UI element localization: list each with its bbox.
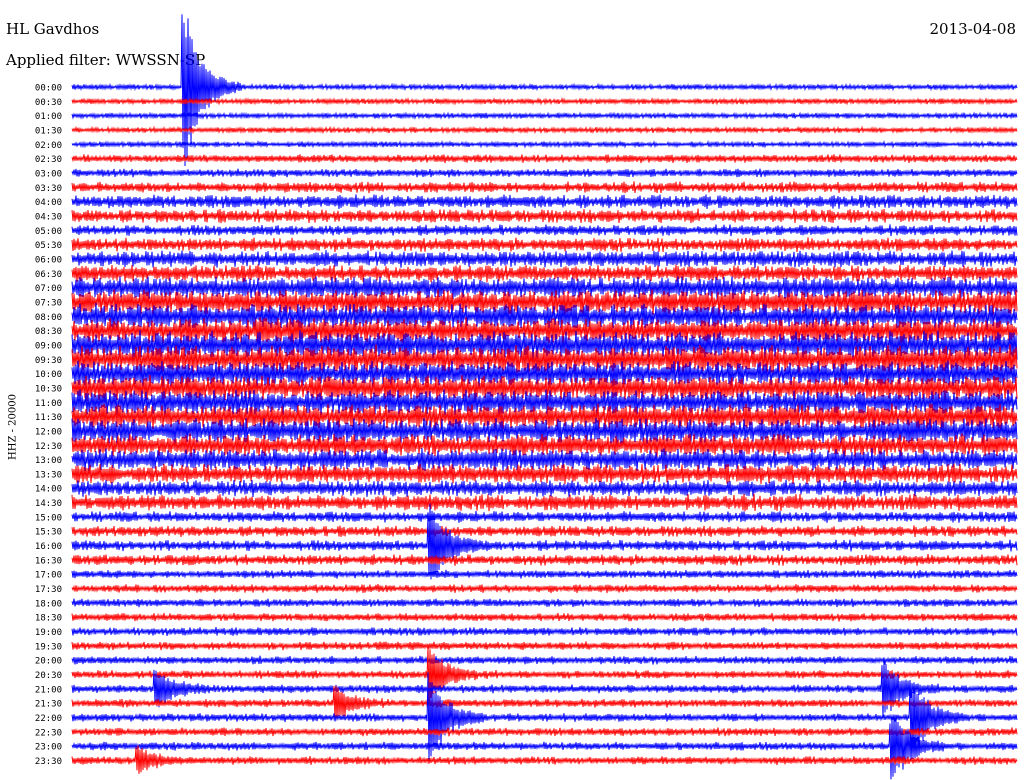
trace-row (71, 181, 1018, 194)
row-label: 07:00 (35, 284, 62, 294)
row-label: 04:00 (35, 198, 62, 208)
trace-row (71, 250, 1018, 268)
row-label: 08:30 (35, 327, 62, 337)
row-label: 05:00 (35, 227, 62, 237)
row-label: 08:00 (35, 313, 62, 323)
trace-row (71, 745, 1018, 774)
trace-row (71, 569, 1018, 579)
helicorder-plot: 00:00 00:30 01:00 01:30 02:00 02:30 03:00 03:30… (35, 14, 1018, 780)
row-label: 23:30 (35, 757, 62, 767)
row-label: 20:30 (35, 671, 62, 681)
trace-row (71, 655, 1018, 665)
row-label: 01:00 (35, 112, 62, 122)
row-label: 06:30 (35, 270, 62, 280)
trace-row (71, 194, 1018, 210)
trace-row (71, 627, 1018, 636)
trace-row (71, 641, 1018, 651)
row-label: 07:30 (35, 298, 62, 308)
row-label: 16:30 (35, 556, 62, 566)
trace-row (71, 463, 1018, 485)
row-label: 12:30 (35, 442, 62, 452)
trace-row (71, 525, 1018, 538)
row-label: 21:00 (35, 685, 62, 695)
row-label: 14:30 (35, 499, 62, 509)
trace-row (71, 208, 1018, 224)
trace-row (71, 97, 1018, 106)
traces (71, 14, 1018, 780)
row-label: 00:30 (35, 98, 62, 108)
row-label: 17:00 (35, 571, 62, 581)
trace-row (71, 125, 1018, 135)
trace-row (71, 554, 1018, 566)
row-label: 21:30 (35, 700, 62, 710)
trace-row (71, 612, 1018, 622)
row-label: 10:30 (35, 384, 62, 394)
row-labels: 00:00 00:30 01:00 01:30 02:00 02:30 03:00 03:30… (35, 84, 62, 768)
row-label: 12:00 (35, 427, 62, 437)
row-label: 17:30 (35, 585, 62, 595)
trace-row (71, 598, 1018, 608)
row-label: 11:00 (35, 399, 62, 409)
row-label: 03:30 (35, 184, 62, 194)
row-label: 23:00 (35, 743, 62, 753)
trace-row (71, 584, 1018, 594)
trace-row (71, 154, 1018, 164)
row-label: 00:00 (35, 84, 62, 94)
row-label: 19:30 (35, 642, 62, 652)
row-label: 22:00 (35, 714, 62, 724)
trace-row (71, 716, 1018, 780)
row-label: 22:30 (35, 728, 62, 738)
row-label: 15:00 (35, 513, 62, 523)
row-label: 13:00 (35, 456, 62, 466)
row-label: 13:30 (35, 470, 62, 480)
trace-row (71, 493, 1018, 512)
trace-row (71, 660, 1018, 719)
trace-row (71, 224, 1018, 237)
row-label: 03:00 (35, 169, 62, 179)
row-label: 15:30 (35, 528, 62, 538)
row-label: 18:00 (35, 599, 62, 609)
row-label: 09:00 (35, 341, 62, 351)
row-label: 14:00 (35, 485, 62, 495)
trace-row (71, 139, 1018, 149)
row-label: 18:30 (35, 614, 62, 624)
trace-row (71, 168, 1018, 178)
row-label: 11:30 (35, 413, 62, 423)
row-label: 16:00 (35, 542, 62, 552)
trace-row (71, 727, 1018, 737)
row-label: 06:00 (35, 255, 62, 265)
row-label: 10:00 (35, 370, 62, 380)
trace-row (71, 646, 1018, 703)
row-label: 19:00 (35, 628, 62, 638)
row-label: 02:00 (35, 141, 62, 151)
row-label: 20:00 (35, 657, 62, 667)
trace-row (71, 237, 1018, 253)
row-label: 01:30 (35, 126, 62, 136)
row-label: 04:30 (35, 212, 62, 222)
trace-row (71, 479, 1018, 498)
row-label: 02:30 (35, 155, 62, 165)
row-label: 09:30 (35, 356, 62, 366)
row-label: 05:30 (35, 241, 62, 251)
trace-row (71, 511, 1018, 523)
trace-row (71, 111, 1018, 121)
